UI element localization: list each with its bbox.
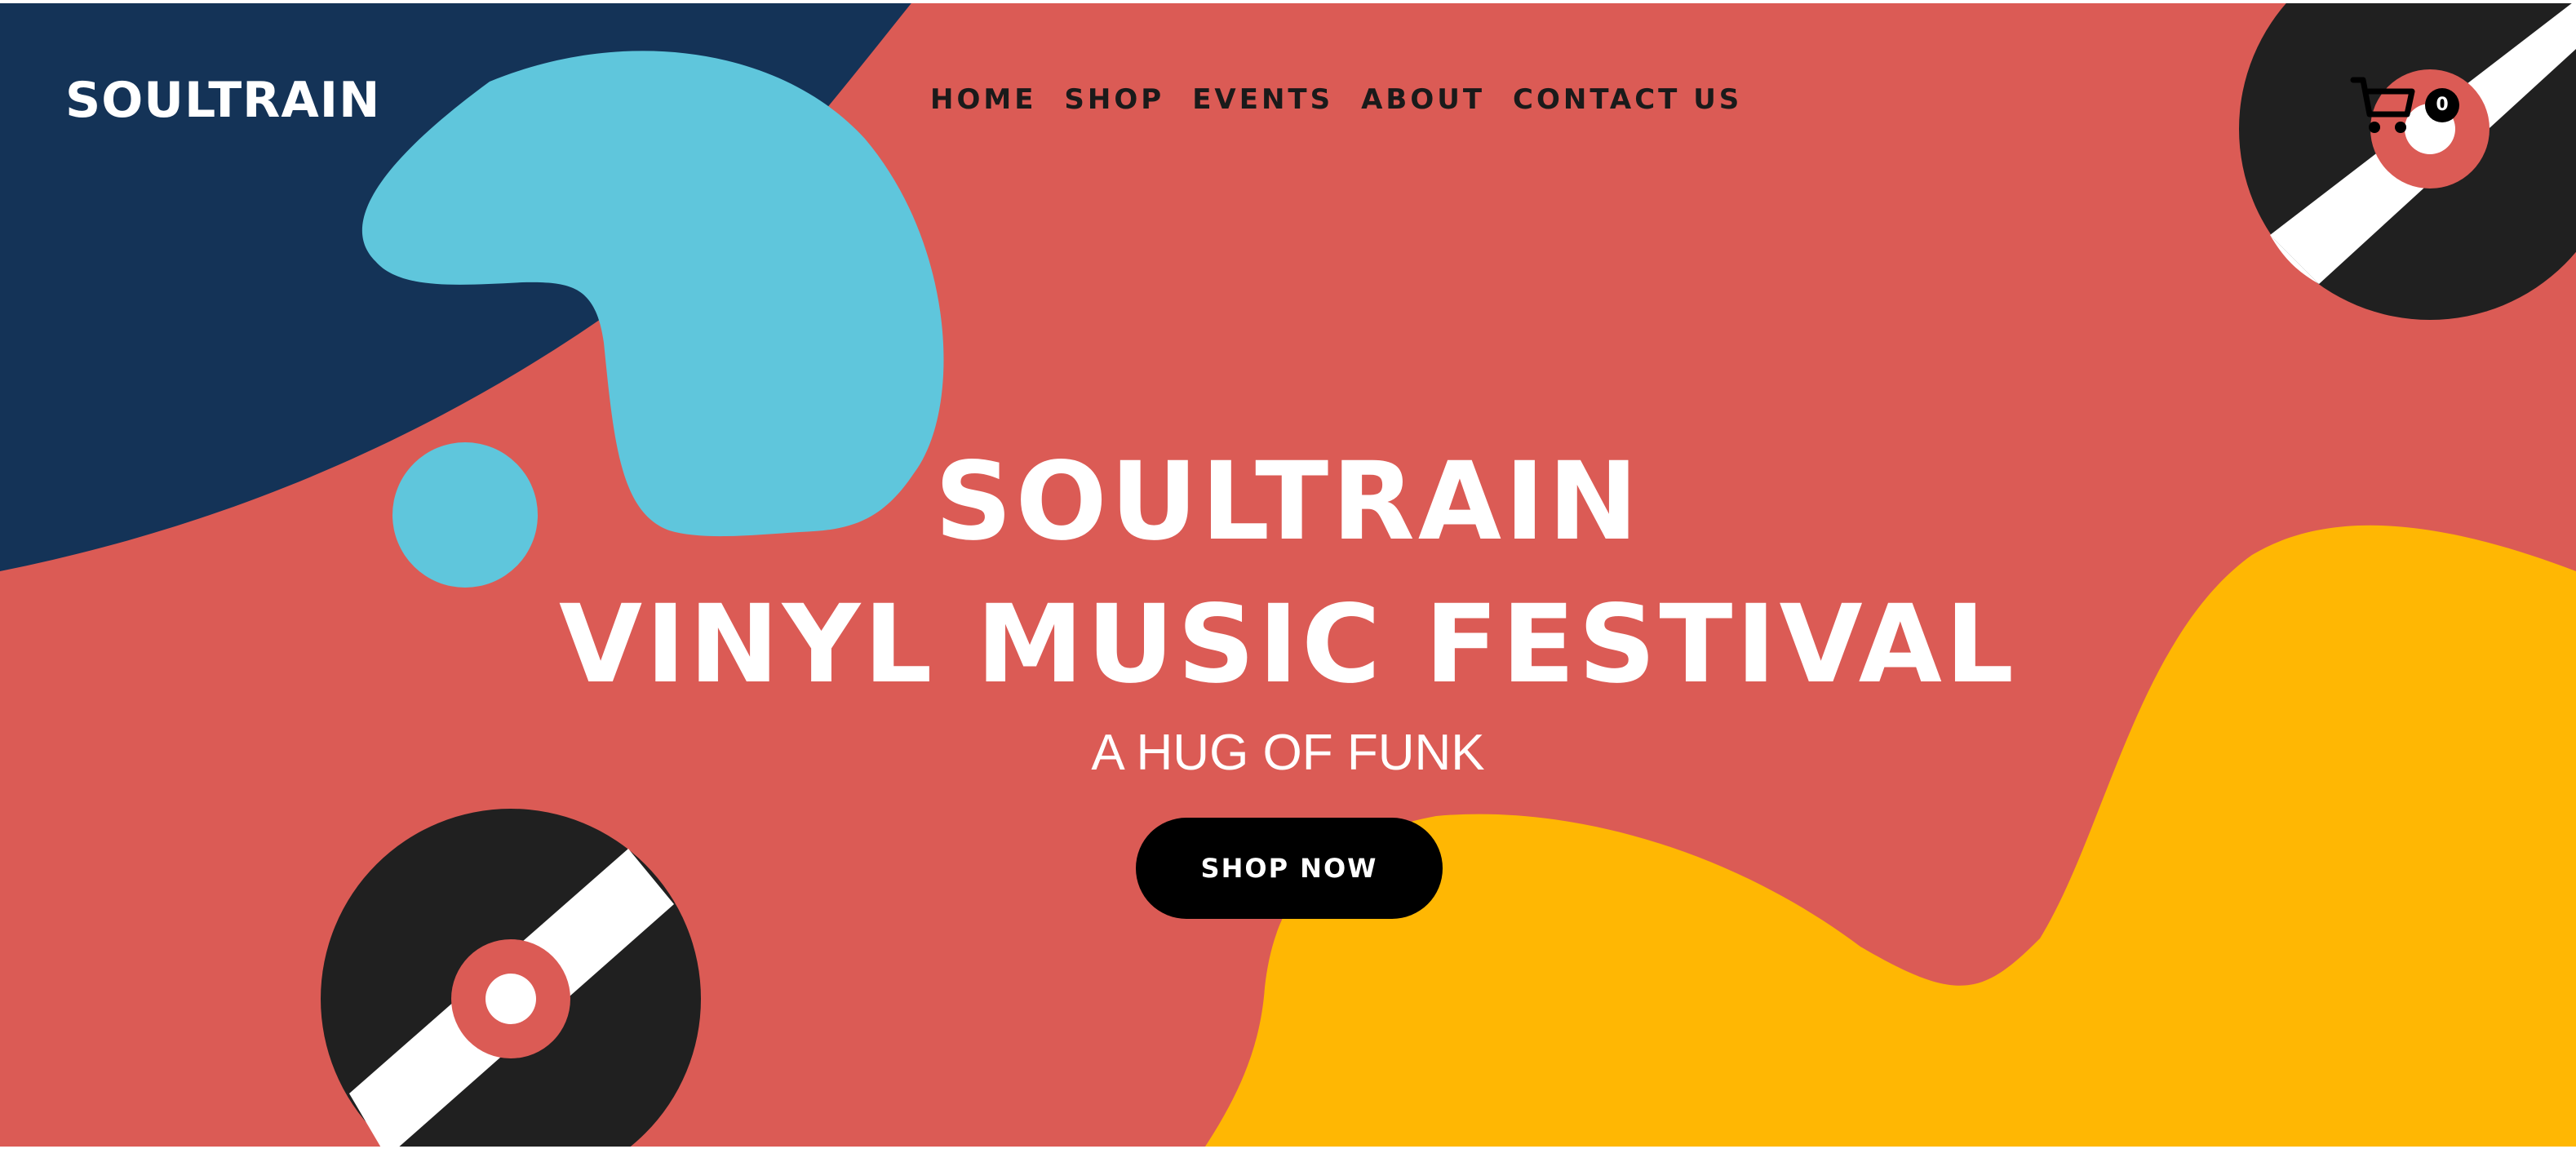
shop-now-button[interactable]: SHOP NOW — [1136, 818, 1443, 919]
hero-title-line-2: VINYL MUSIC FESTIVAL — [559, 582, 2017, 708]
main-nav: HOME SHOP EVENTS ABOUT CONTACT US — [930, 83, 1742, 116]
site-logo[interactable]: SOULTRAIN — [65, 72, 380, 129]
hero-title-line-1: SOULTRAIN — [934, 439, 1642, 565]
cart-button[interactable]: 0 — [2350, 73, 2464, 139]
cart-count-badge: 0 — [2425, 88, 2459, 122]
cart-icon — [2350, 77, 2415, 133]
nav-events[interactable]: EVENTS — [1192, 83, 1333, 116]
nav-about[interactable]: ABOUT — [1361, 83, 1485, 116]
top-border — [0, 0, 2576, 3]
vinyl-record-icon — [321, 809, 701, 1149]
hero-subtitle: A HUG OF FUNK — [1091, 725, 1485, 781]
nav-contact-us[interactable]: CONTACT US — [1513, 83, 1742, 116]
hero: SOULTRAIN VINYL MUSIC FESTIVAL A HUG OF … — [0, 445, 2576, 786]
nav-shop[interactable]: SHOP — [1064, 83, 1164, 116]
page: SOULTRAIN HOME SHOP EVENTS ABOUT CONTACT… — [0, 0, 2576, 1149]
vinyl-record-icon — [2239, 0, 2576, 320]
nav-home[interactable]: HOME — [930, 83, 1036, 116]
